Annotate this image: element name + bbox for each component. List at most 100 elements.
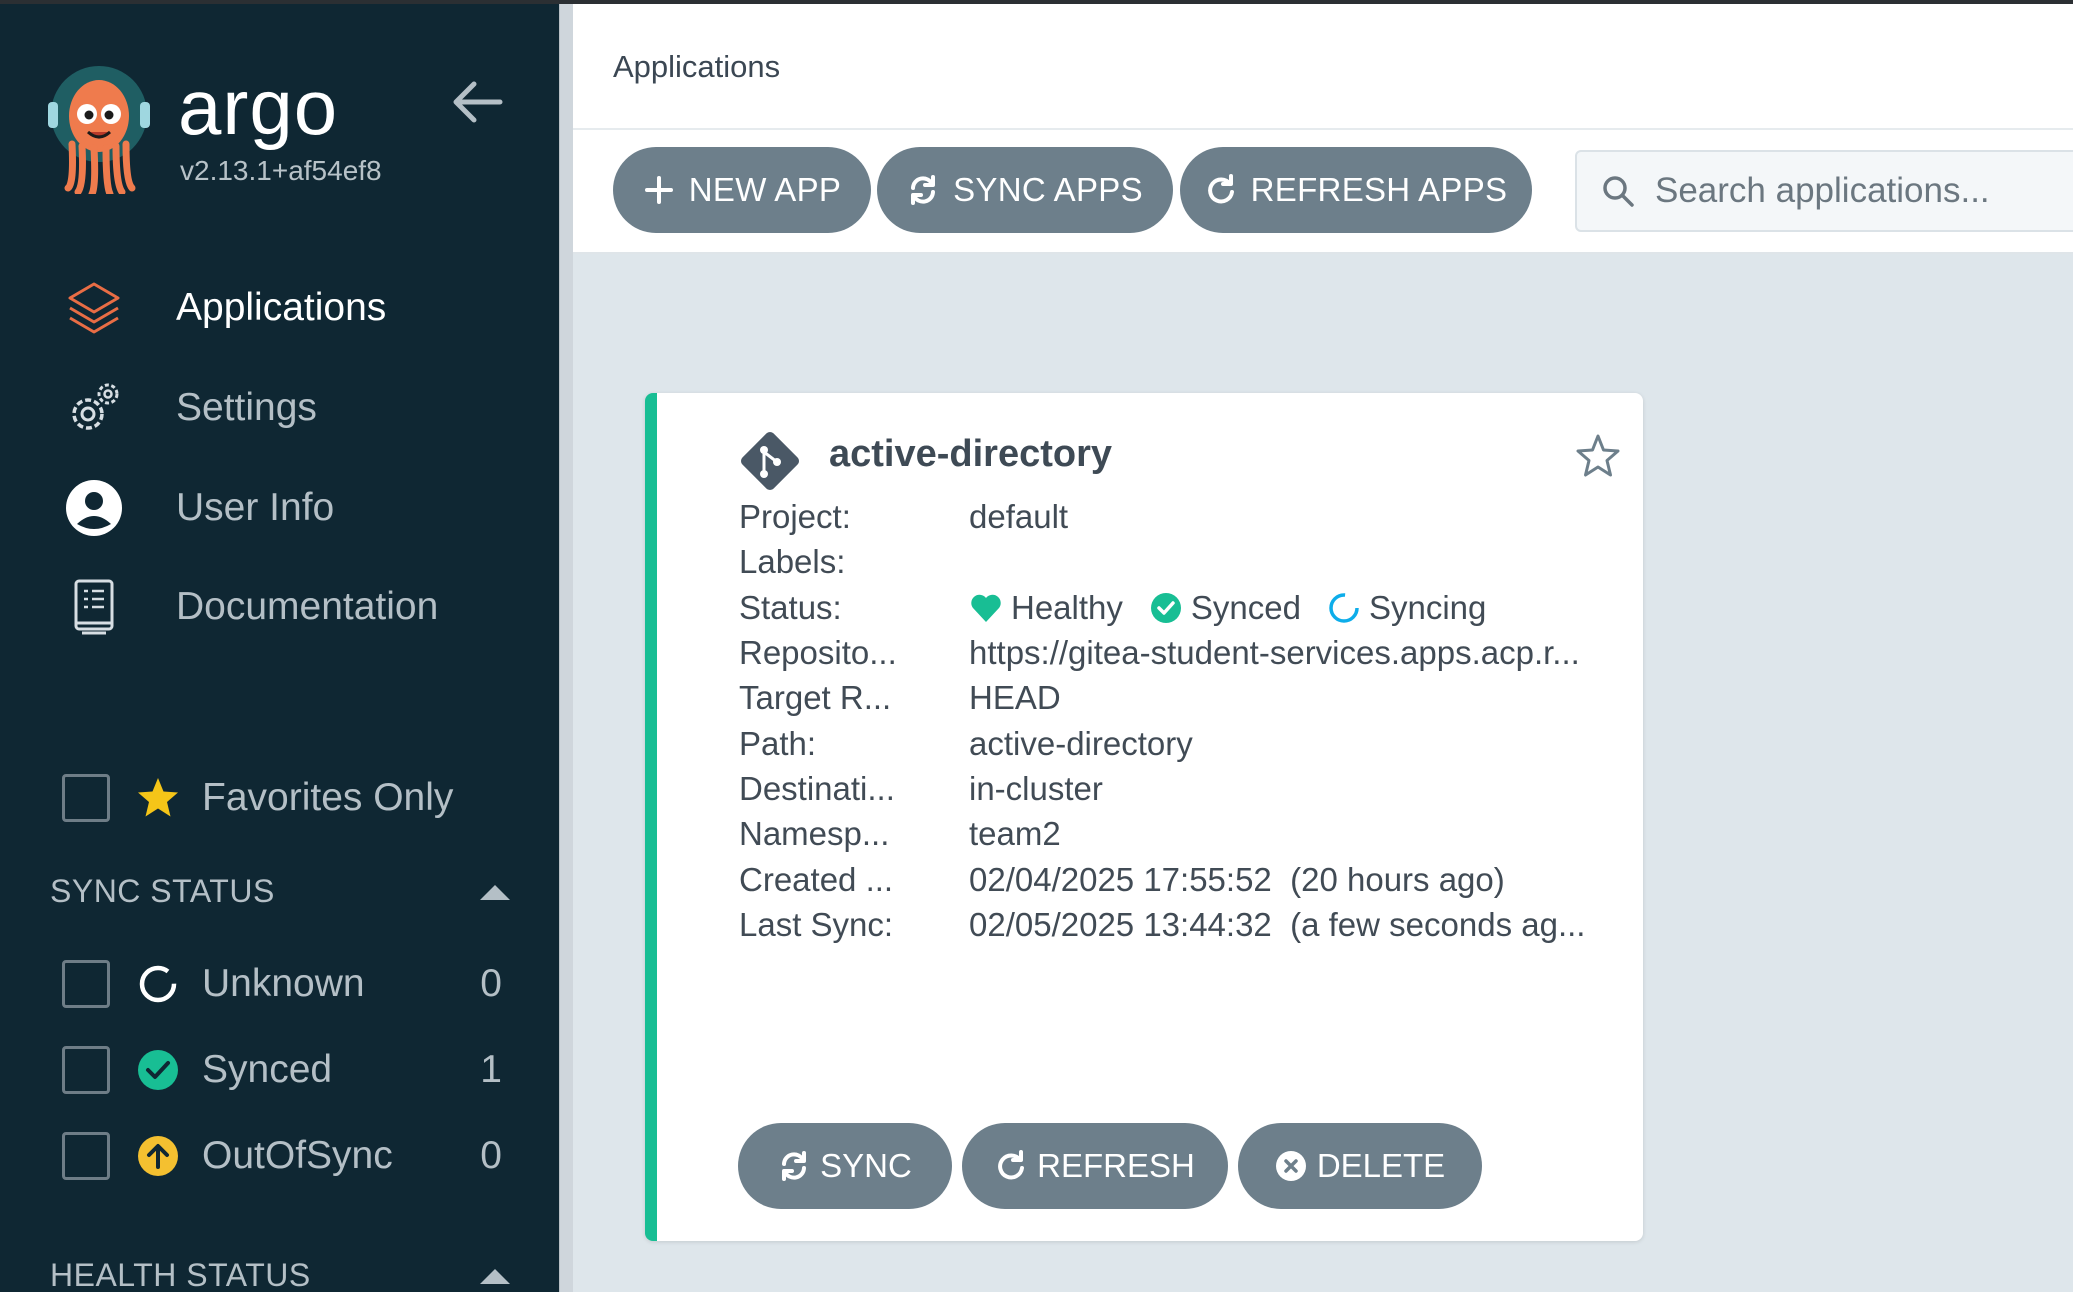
- new-app-button[interactable]: NEW APP: [613, 147, 871, 233]
- field-key: Target R...: [739, 679, 892, 716]
- nav-label: Applications: [176, 286, 387, 329]
- sync-icon: [782, 1151, 807, 1181]
- field-project: Project: default: [739, 498, 1619, 548]
- sync-status: Synced: [1190, 589, 1301, 626]
- book-icon: [64, 577, 124, 637]
- unknown-checkbox[interactable]: [62, 960, 110, 1008]
- health-status: Healthy: [1011, 589, 1123, 626]
- user-circle-icon: [64, 478, 124, 538]
- caret-up-icon[interactable]: [478, 1266, 512, 1286]
- field-key: Reposito...: [739, 634, 897, 671]
- sync-apps-button[interactable]: SYNC APPS: [877, 147, 1173, 233]
- sync-icon: [911, 175, 936, 205]
- outofsync-checkbox[interactable]: [62, 1132, 110, 1180]
- field-key: Namesp...: [739, 815, 890, 852]
- arrow-left-icon: [453, 81, 503, 123]
- field-key: Created ...: [739, 861, 894, 898]
- sidebar-resize-handle[interactable]: [559, 0, 573, 1292]
- field-value: HEAD: [969, 679, 1061, 716]
- field-key: Last Sync:: [739, 906, 894, 943]
- gears-icon: [64, 378, 124, 438]
- field-value: active-directory: [969, 725, 1193, 762]
- button-label: SYNC: [820, 1147, 912, 1184]
- favorites-label: Favorites Only: [202, 776, 454, 819]
- field-key: Destinati...: [739, 770, 895, 807]
- filter-label: Synced: [202, 1048, 333, 1091]
- button-label: REFRESH APPS: [1250, 171, 1508, 208]
- filter-label: Unknown: [202, 962, 365, 1005]
- sync-button[interactable]: SYNC: [738, 1123, 952, 1209]
- filter-count: 1: [480, 1048, 502, 1091]
- stack-icon: [64, 278, 124, 338]
- syncing-spinner-icon: [1329, 593, 1359, 623]
- favorite-star-icon[interactable]: [1575, 433, 1621, 479]
- toolbar: NEW APP SYNC APPS REFRESH APPS: [573, 130, 2073, 254]
- field-last-sync: Last Sync: 02/05/2025 13:44:32 (a few se…: [739, 906, 1619, 956]
- nav-label: Settings: [176, 386, 317, 429]
- check-circle-icon: [1150, 593, 1181, 623]
- brand-name: argo: [178, 63, 339, 151]
- collapse-sidebar-button[interactable]: [450, 78, 504, 126]
- button-label: NEW APP: [688, 171, 842, 208]
- field-value: default: [969, 498, 1069, 535]
- nav-label: Documentation: [176, 585, 439, 628]
- field-value: https://gitea-student-services.apps.acp.…: [969, 634, 1580, 671]
- nav-item-user-info[interactable]: User Info: [0, 468, 559, 548]
- field-key: Labels:: [739, 543, 846, 580]
- filter-sync-unknown: Unknown 0: [62, 956, 502, 1012]
- favorites-checkbox[interactable]: [62, 774, 110, 822]
- nav-item-settings[interactable]: Settings: [0, 368, 559, 448]
- app-name[interactable]: active-directory: [829, 433, 1112, 476]
- field-status: Status: Healthy Synced Syncing: [739, 589, 1619, 639]
- search-input[interactable]: [1655, 171, 2073, 211]
- filter-sync-outofsync: OutOfSync 0: [62, 1128, 502, 1184]
- filter-count: 0: [480, 962, 502, 1005]
- nav-label: User Info: [176, 486, 335, 529]
- favorites-only-filter: Favorites Only: [62, 770, 522, 826]
- argo-logo: [44, 64, 154, 198]
- field-labels: Labels:: [739, 543, 1619, 593]
- sync-status-heading: SYNC STATUS: [50, 873, 275, 909]
- nav-item-documentation[interactable]: Documentation: [0, 567, 559, 647]
- refresh-icon: [1207, 174, 1234, 204]
- operation-status: Syncing: [1368, 589, 1487, 626]
- circle-outline-icon: [136, 962, 180, 1006]
- field-value: in-cluster: [969, 770, 1103, 807]
- field-path: Path: active-directory: [739, 725, 1619, 775]
- field-key: Project:: [739, 498, 851, 535]
- check-circle-icon: [136, 1048, 180, 1092]
- search-icon: [1603, 176, 1634, 207]
- field-key: Status:: [739, 589, 842, 626]
- search-box: [1575, 150, 2073, 232]
- refresh-icon: [998, 1150, 1025, 1180]
- button-label: REFRESH: [1037, 1147, 1195, 1184]
- synced-checkbox[interactable]: [62, 1046, 110, 1094]
- field-value: team2: [969, 815, 1061, 852]
- health-status-heading: HEALTH STATUS: [50, 1257, 311, 1292]
- status-values: Healthy Synced Syncing: [969, 589, 1486, 627]
- refresh-apps-button[interactable]: REFRESH APPS: [1180, 147, 1532, 233]
- version-label: v2.13.1+af54ef8: [180, 155, 382, 186]
- filter-label: OutOfSync: [202, 1134, 393, 1177]
- button-label: SYNC APPS: [953, 171, 1143, 208]
- button-label: DELETE: [1316, 1147, 1446, 1184]
- star-icon: [138, 778, 178, 817]
- page-header: Applications: [573, 4, 2073, 130]
- field-created: Created ... 02/04/2025 17:55:52 (20 hour…: [739, 861, 1619, 911]
- window-top-border: [0, 0, 2073, 4]
- sidebar: argo v2.13.1+af54ef8 Applications Settin…: [0, 0, 559, 1292]
- field-repository: Reposito... https://gitea-student-servic…: [739, 634, 1619, 684]
- nav-item-applications[interactable]: Applications: [0, 268, 559, 348]
- field-namespace: Namesp... team2: [739, 815, 1619, 865]
- caret-up-icon[interactable]: [478, 882, 512, 902]
- delete-button[interactable]: DELETE: [1238, 1123, 1482, 1209]
- application-card[interactable]: active-directory Project: default Labels…: [645, 393, 1643, 1241]
- field-value: 02/05/2025 13:44:32 (a few seconds ag...: [969, 906, 1586, 943]
- field-value: 02/04/2025 17:55:52 (20 hours ago): [969, 861, 1505, 898]
- plus-icon: [644, 176, 673, 204]
- filter-sync-synced: Synced 1: [62, 1042, 502, 1098]
- refresh-button[interactable]: REFRESH: [962, 1123, 1228, 1209]
- git-icon: [740, 431, 800, 491]
- heart-icon: [971, 594, 1001, 622]
- field-destination: Destinati... in-cluster: [739, 770, 1619, 820]
